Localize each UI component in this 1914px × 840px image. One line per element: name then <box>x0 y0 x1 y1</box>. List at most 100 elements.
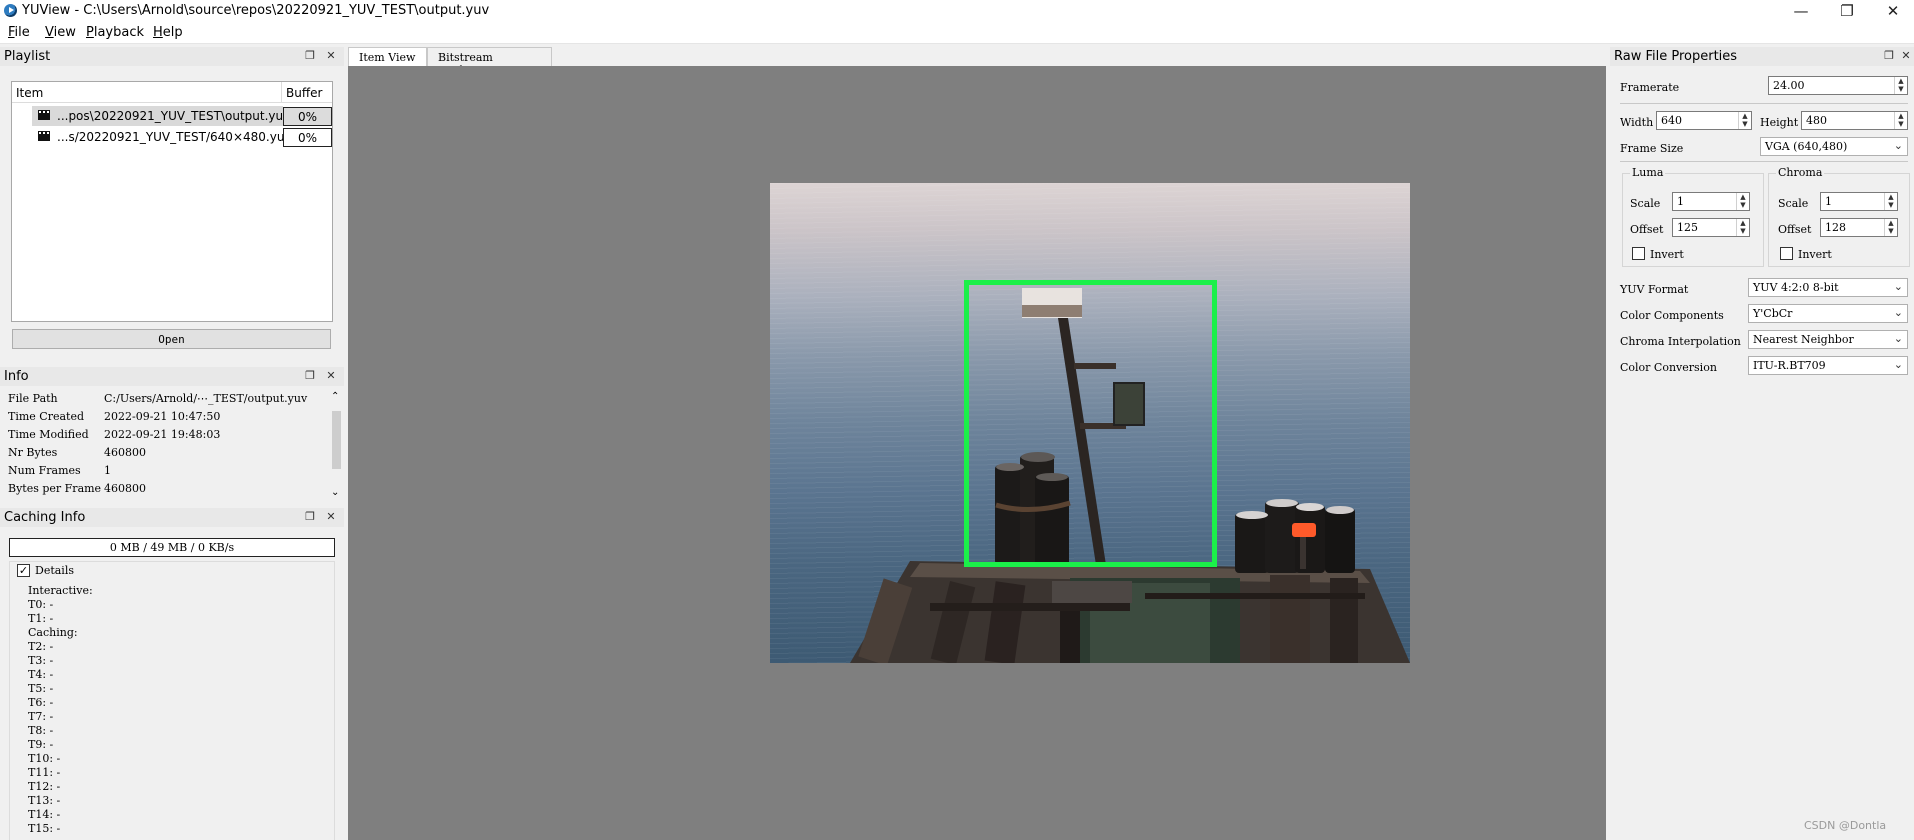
scroll-down-icon[interactable]: ⌄ <box>331 487 339 498</box>
raw-file-properties-title: Raw File Properties <box>1610 47 1914 66</box>
spin-arrows-icon[interactable]: ▲ ▼ <box>1738 112 1751 129</box>
close-dock-icon[interactable]: ✕ <box>324 369 338 382</box>
height-input[interactable]: 480 ▲ ▼ <box>1801 111 1908 130</box>
tab-bitstream-analysis[interactable]: Bitstream Analysis <box>427 47 552 77</box>
height-label: Height <box>1760 116 1799 129</box>
luma-scale-input[interactable]: 1 ▲ ▼ <box>1672 192 1750 211</box>
float-dock-icon[interactable]: ❐ <box>303 49 317 62</box>
watermark: CSDN @Dontla <box>1804 819 1887 832</box>
color-components-label: Color Components <box>1620 309 1724 322</box>
color-conversion-label: Color Conversion <box>1620 361 1717 374</box>
close-dock-icon[interactable]: ✕ <box>324 49 338 62</box>
width-input[interactable]: 640 ▲ ▼ <box>1656 111 1752 130</box>
chroma-scale-input[interactable]: 1 ▲ ▼ <box>1820 192 1898 211</box>
color-conversion-select[interactable]: ITU-R.BT709 ⌄ <box>1748 356 1908 375</box>
spin-arrows-icon[interactable]: ▲ ▼ <box>1884 193 1897 210</box>
window-title: YUView - C:\Users\Arnold\source\repos\20… <box>22 3 490 18</box>
spin-arrows-icon[interactable]: ▲ ▼ <box>1736 193 1749 210</box>
menu-view-accel: V <box>45 25 54 40</box>
scroll-thumb[interactable] <box>332 411 341 469</box>
frame-size-select[interactable]: VGA (640,480) ⌄ <box>1760 137 1908 156</box>
open-button[interactable]: Open <box>12 329 331 349</box>
cache-detail-line: T10: - <box>28 752 61 765</box>
luma-invert-checkbox[interactable] <box>1632 247 1645 260</box>
chroma-interpolation-select[interactable]: Nearest Neighbor ⌄ <box>1748 330 1908 349</box>
float-dock-icon[interactable]: ❐ <box>303 510 317 523</box>
menu-view[interactable]: View <box>45 25 76 40</box>
menu-bar: File View Playback Help <box>0 22 1914 44</box>
chevron-down-icon: ⌄ <box>1893 139 1903 152</box>
info-dock: Info ❐ ✕ File Path C:/Users/Arnold/⋯_TEST… <box>0 367 344 503</box>
cache-details-group: ✓ Details Interactive: T0: - T1: - Caching:… <box>9 561 335 840</box>
yuv-format-value: YUV 4:2:0 8-bit <box>1753 281 1839 294</box>
info-value: 1 <box>104 464 111 477</box>
close-window-button[interactable]: ✕ <box>1870 0 1914 22</box>
playlist-item-buffer: 0% <box>283 128 332 147</box>
playlist-tree[interactable]: Item Buffer ...pos\20220921_YUV_TEST\out… <box>11 81 333 322</box>
info-value: C:/Users/Arnold/⋯_TEST/output.yuv <box>104 392 308 405</box>
yuv-format-label: YUV Format <box>1620 283 1689 296</box>
cache-detail-line: T12: - <box>28 780 61 793</box>
playlist-item[interactable]: ...pos\20220921_YUV_TEST\output.yuv 0% <box>12 106 332 126</box>
cache-detail-line: Caching: <box>28 626 78 639</box>
spin-arrows-icon[interactable]: ▲ ▼ <box>1894 77 1907 94</box>
video-file-icon <box>38 131 50 141</box>
cache-detail-line: T8: - <box>28 724 54 737</box>
cache-detail-line: T13: - <box>28 794 61 807</box>
cache-detail-line: T11: - <box>28 766 61 779</box>
float-dock-icon[interactable]: ❐ <box>1882 49 1896 62</box>
color-components-select[interactable]: Y'CbCr ⌄ <box>1748 304 1908 323</box>
center-tab-bar: Item View Bitstream Analysis <box>348 47 1606 77</box>
chevron-down-icon: ⌄ <box>1893 306 1903 319</box>
cache-detail-line: Interactive: <box>28 584 93 597</box>
spin-arrows-icon[interactable]: ▲ ▼ <box>1736 219 1749 236</box>
menu-help[interactable]: Help <box>153 25 183 40</box>
info-dock-title: Info <box>0 367 344 386</box>
column-header-buffer[interactable]: Buffer <box>282 82 332 103</box>
playlist-dock-title: Playlist <box>0 47 344 66</box>
info-scrollbar[interactable]: ⌃ ⌄ <box>330 391 343 501</box>
chroma-invert-checkbox[interactable] <box>1780 247 1793 260</box>
close-dock-icon[interactable]: ✕ <box>324 510 338 523</box>
column-header-item[interactable]: Item <box>12 82 282 103</box>
luma-invert-label: Invert <box>1650 248 1684 261</box>
info-row: Num Frames 1 <box>8 464 111 477</box>
float-dock-icon[interactable]: ❐ <box>303 369 317 382</box>
menu-help-accel: H <box>153 25 163 40</box>
chevron-down-icon: ⌄ <box>1893 358 1903 371</box>
scroll-up-icon[interactable]: ⌃ <box>331 391 339 402</box>
cache-detail-line: T6: - <box>28 696 54 709</box>
cache-detail-line: T5: - <box>28 682 54 695</box>
frame-size-value: VGA (640,480) <box>1765 140 1848 153</box>
chevron-down-icon: ⌄ <box>1893 332 1903 345</box>
spin-arrows-icon[interactable]: ▲ ▼ <box>1884 219 1897 236</box>
cache-detail-line: T3: - <box>28 654 54 667</box>
spin-arrows-icon[interactable]: ▲ ▼ <box>1894 112 1907 129</box>
chroma-offset-input[interactable]: 128 ▲ ▼ <box>1820 218 1898 237</box>
playlist-item[interactable]: ...s/20220921_YUV_TEST/640×480.yuv 0% <box>12 127 332 147</box>
cache-detail-line: T7: - <box>28 710 54 723</box>
menu-playback[interactable]: Playback <box>86 25 144 40</box>
roi-selection-box[interactable] <box>964 280 1217 567</box>
yuv-format-select[interactable]: YUV 4:2:0 8-bit ⌄ <box>1748 278 1908 297</box>
minimize-button[interactable]: — <box>1778 0 1824 22</box>
luma-offset-input[interactable]: 125 ▲ ▼ <box>1672 218 1750 237</box>
app-logo-icon <box>4 4 17 17</box>
chroma-scale-value: 1 <box>1825 195 1832 208</box>
close-dock-icon[interactable]: ✕ <box>1899 49 1913 62</box>
maximize-button[interactable]: ❐ <box>1824 0 1870 22</box>
luma-group-title: Luma <box>1630 166 1666 179</box>
playlist-item-name: ...s/20220921_YUV_TEST/640×480.yuv <box>57 130 292 144</box>
chroma-scale-label: Scale <box>1778 197 1809 210</box>
cache-progress-bar: 0 MB / 49 MB / 0 KB/s <box>9 538 335 557</box>
details-checkbox[interactable]: ✓ <box>17 564 30 577</box>
luma-offset-label: Offset <box>1630 223 1664 236</box>
frame-size-label: Frame Size <box>1620 142 1684 155</box>
menu-view-label: iew <box>53 25 76 40</box>
menu-file[interactable]: File <box>8 25 30 40</box>
info-key: Num Frames <box>8 464 81 477</box>
separator <box>1620 103 1908 104</box>
color-conversion-value: ITU-R.BT709 <box>1753 359 1826 372</box>
framerate-input[interactable]: 24.00 ▲ ▼ <box>1768 76 1908 95</box>
tab-item-view[interactable]: Item View <box>348 47 427 66</box>
